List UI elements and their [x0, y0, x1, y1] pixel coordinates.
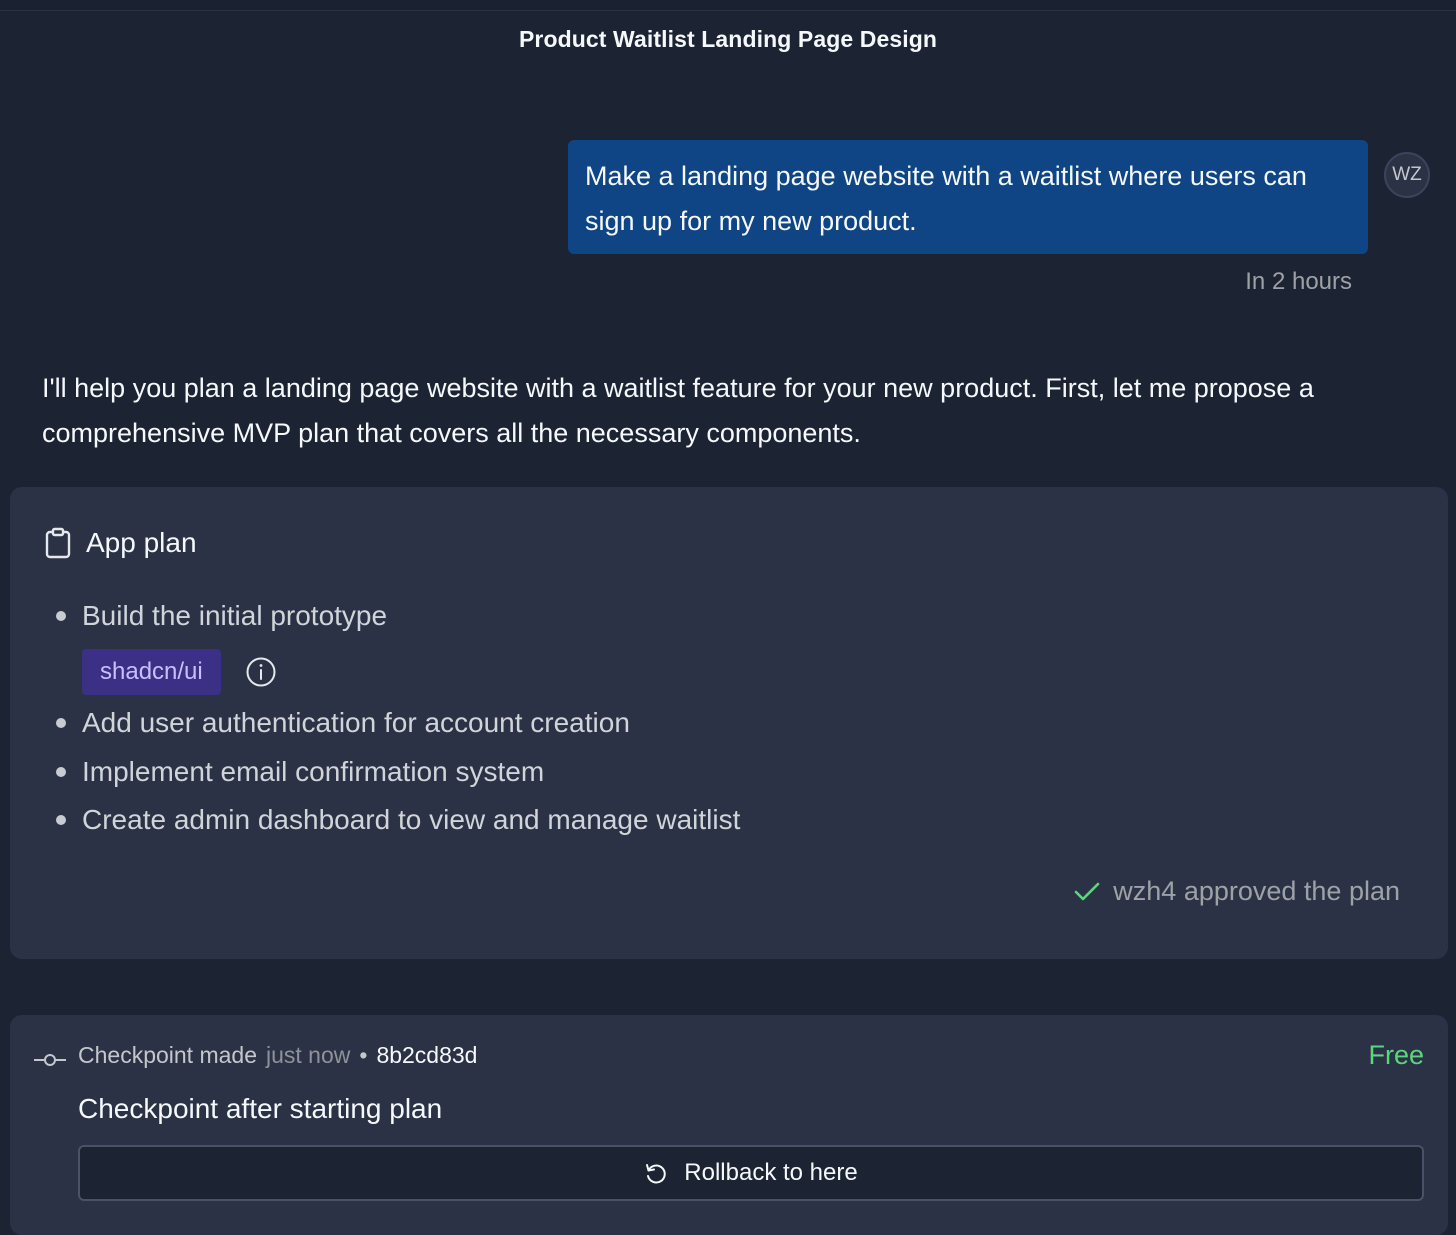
checkpoint-meta: Checkpoint made just now • 8b2cd83d: [34, 1037, 477, 1073]
separator: •: [359, 1041, 368, 1068]
rollback-icon: [644, 1161, 668, 1185]
checkpoint-hash[interactable]: 8b2cd83d: [376, 1042, 477, 1069]
plan-item-label: Implement email confirmation system: [82, 755, 545, 787]
app-plan-card: App plan Build the initial prototype sha…: [10, 487, 1448, 959]
plan-title: App plan: [86, 527, 197, 558]
message-timestamp: In 2 hours: [1245, 268, 1352, 295]
clipboard-icon: [44, 527, 72, 559]
rollback-button[interactable]: Rollback to here: [78, 1145, 1424, 1201]
checkpoint-time: just now: [266, 1041, 351, 1068]
check-icon: [1073, 877, 1101, 905]
plan-item-label: Build the initial prototype: [82, 600, 388, 631]
checkpoint-cost: Free: [1368, 1040, 1424, 1070]
user-message-bubble: Make a landing page website with a waitl…: [568, 140, 1368, 254]
checkpoint-title: Checkpoint after starting plan: [78, 1093, 443, 1124]
plan-item-label: Add user authentication for account crea…: [82, 707, 630, 738]
assistant-message: I'll help you plan a landing page websit…: [42, 373, 1314, 448]
bullet-icon: [56, 766, 66, 777]
plan-item-label: Create admin dashboard to view and manag…: [82, 804, 741, 835]
checkpoint-made-label: Checkpoint made: [78, 1041, 257, 1068]
plan-item: Add user authentication for account crea…: [54, 699, 740, 748]
bullet-icon: [56, 611, 66, 621]
plan-list-rest: Add user authentication for account crea…: [54, 699, 740, 845]
tag-row: shadcn/ui: [82, 649, 277, 695]
avatar[interactable]: WZ: [1384, 152, 1430, 198]
bullet-icon: [56, 815, 66, 825]
checkpoint-card: Checkpoint made just now • 8b2cd83d Free…: [10, 1015, 1448, 1235]
bullet-icon: [56, 718, 66, 728]
plan-item: Implement email confirmation system: [54, 748, 740, 797]
info-icon[interactable]: [245, 656, 277, 688]
plan-list-first: Build the initial prototype: [54, 591, 387, 641]
shadcn-ui-tag[interactable]: shadcn/ui: [82, 649, 221, 695]
plan-header: App plan: [44, 525, 197, 561]
plan-item: Create admin dashboard to view and manag…: [54, 796, 740, 845]
rollback-label: Rollback to here: [684, 1159, 858, 1186]
page-title: Product Waitlist Landing Page Design: [518, 26, 938, 52]
commit-icon: [34, 1047, 66, 1066]
approval-text: wzh4 approved the plan: [1113, 875, 1400, 906]
top-bar: [0, 0, 1456, 11]
plan-approval-status: wzh4 approved the plan: [1073, 871, 1400, 911]
plan-item: Build the initial prototype: [54, 591, 387, 641]
